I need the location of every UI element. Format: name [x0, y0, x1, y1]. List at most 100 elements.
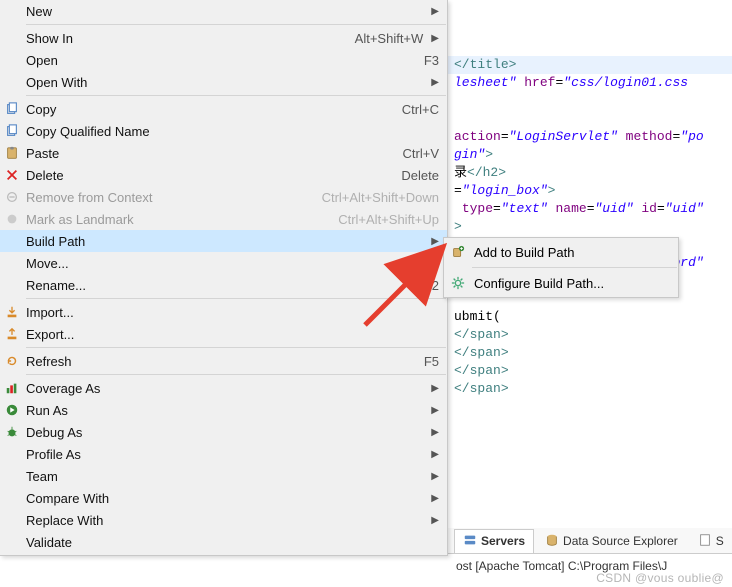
code-line: </span> [454, 326, 726, 344]
submenu-item-configure-build-path[interactable]: Configure Build Path... [444, 271, 678, 295]
menu-item-label: Build Path [26, 234, 423, 249]
view-tab-s[interactable]: S [689, 529, 732, 553]
code-line: type="text" name="uid" id="uid" [454, 200, 726, 218]
menu-item-open[interactable]: OpenF3 [0, 49, 447, 71]
code-line: </span> [454, 380, 726, 398]
menu-separator [26, 24, 446, 25]
menu-item-export[interactable]: Export... [0, 323, 447, 345]
chevron-right-icon: ▶ [431, 6, 439, 17]
gear-icon [450, 275, 466, 291]
code-line: lesheet" href="css/login01.css [454, 74, 726, 92]
menu-item-copy[interactable]: CopyCtrl+C [0, 98, 447, 120]
menu-item-label: Mark as Landmark [26, 212, 338, 227]
chevron-right-icon: ▶ [431, 471, 439, 482]
submenu-item-add-to-build-path[interactable]: Add to Build Path [444, 240, 678, 264]
chevron-right-icon: ▶ [431, 493, 439, 504]
remove-ctx-icon [4, 189, 20, 205]
menu-item-accel: F5 [424, 354, 439, 369]
menu-item-label: Delete [26, 168, 401, 183]
run-icon [4, 402, 20, 418]
copy-icon [4, 101, 20, 117]
menu-item-label: New [26, 4, 423, 19]
menu-item-debug-as[interactable]: Debug As▶ [0, 421, 447, 443]
chevron-right-icon: ▶ [431, 77, 439, 88]
menu-separator [472, 267, 677, 268]
menu-item-refresh[interactable]: RefreshF5 [0, 350, 447, 372]
chevron-right-icon: ▶ [431, 236, 439, 247]
menu-item-accel: F3 [424, 53, 439, 68]
menu-item-accel: Alt+Shift+W [355, 31, 424, 46]
snippets-icon [698, 533, 712, 550]
view-tab-label: Servers [481, 534, 525, 548]
code-line: </title> [454, 56, 726, 74]
menu-item-label: Compare With [26, 491, 423, 506]
code-line: </span> [454, 344, 726, 362]
menu-item-rename[interactable]: Rename...F2 [0, 274, 447, 296]
code-line: action="LoginServlet" method="po [454, 128, 726, 146]
menu-item-label: Refresh [26, 354, 424, 369]
menu-item-label: Remove from Context [26, 190, 322, 205]
landmark-icon [4, 211, 20, 227]
menu-item-label: Show In [26, 31, 355, 46]
menu-item-paste[interactable]: PasteCtrl+V [0, 142, 447, 164]
menu-item-compare-with[interactable]: Compare With ▶ [0, 487, 447, 509]
menu-separator [26, 298, 446, 299]
menu-item-build-path[interactable]: Build Path ▶ [0, 230, 447, 252]
menu-item-validate[interactable]: Validate [0, 531, 447, 553]
servers-icon [463, 533, 477, 550]
menu-item-label: Profile As [26, 447, 423, 462]
jar-add-icon [450, 244, 466, 260]
code-line: ="login_box"> [454, 182, 726, 200]
coverage-icon [4, 380, 20, 396]
code-line: </span> [454, 362, 726, 380]
menu-separator [26, 347, 446, 348]
menu-item-label: Move... [26, 256, 439, 271]
paste-icon [4, 145, 20, 161]
menu-item-show-in[interactable]: Show InAlt+Shift+W▶ [0, 27, 447, 49]
view-tab-label: S [716, 534, 724, 548]
menu-item-team[interactable]: Team ▶ [0, 465, 447, 487]
menu-item-copy-qualified-name[interactable]: Copy Qualified Name [0, 120, 447, 142]
chevron-right-icon: ▶ [431, 515, 439, 526]
debug-icon [4, 424, 20, 440]
menu-item-label: Open With [26, 75, 423, 90]
chevron-right-icon: ▶ [431, 383, 439, 394]
menu-item-label: Open [26, 53, 424, 68]
menu-item-mark-as-landmark: Mark as LandmarkCtrl+Alt+Shift+Up [0, 208, 447, 230]
bottom-views-tabbar[interactable]: Servers Data Source Explorer S [448, 528, 732, 554]
menu-item-replace-with[interactable]: Replace With ▶ [0, 509, 447, 531]
code-line: gin"> [454, 146, 726, 164]
menu-item-profile-as[interactable]: Profile As ▶ [0, 443, 447, 465]
menu-item-label: Team [26, 469, 423, 484]
code-line [454, 92, 726, 110]
menu-item-label: Copy Qualified Name [26, 124, 439, 139]
copy-q-icon [4, 123, 20, 139]
chevron-right-icon: ▶ [431, 427, 439, 438]
menu-item-label: Copy [26, 102, 402, 117]
watermark: CSDN @vous oublie@ [596, 571, 724, 585]
menu-item-run-as[interactable]: Run As▶ [0, 399, 447, 421]
code-line: 录</h2> [454, 164, 726, 182]
menu-item-delete[interactable]: DeleteDelete [0, 164, 447, 186]
delete-icon [4, 167, 20, 183]
chevron-right-icon: ▶ [431, 449, 439, 460]
menu-item-coverage-as[interactable]: Coverage As ▶ [0, 377, 447, 399]
view-tab-servers[interactable]: Servers [454, 529, 534, 553]
menu-item-open-with[interactable]: Open With ▶ [0, 71, 447, 93]
build-path-submenu: Add to Build Path Configure Build Path... [443, 237, 679, 298]
menu-item-move[interactable]: Move... [0, 252, 447, 274]
menu-item-label: Import... [26, 305, 439, 320]
menu-item-label: Replace With [26, 513, 423, 528]
menu-item-import[interactable]: Import... [0, 301, 447, 323]
chevron-right-icon: ▶ [431, 405, 439, 416]
menu-item-accel: Delete [401, 168, 439, 183]
code-line: > [454, 218, 726, 236]
menu-item-label: Export... [26, 327, 439, 342]
menu-item-new[interactable]: New ▶ [0, 0, 447, 22]
view-tab-data-source-explorer[interactable]: Data Source Explorer [536, 529, 687, 553]
refresh-icon [4, 353, 20, 369]
import-icon [4, 304, 20, 320]
menu-separator [26, 95, 446, 96]
menu-item-label: Coverage As [26, 381, 423, 396]
menu-item-accel: Ctrl+Alt+Shift+Down [322, 190, 439, 205]
